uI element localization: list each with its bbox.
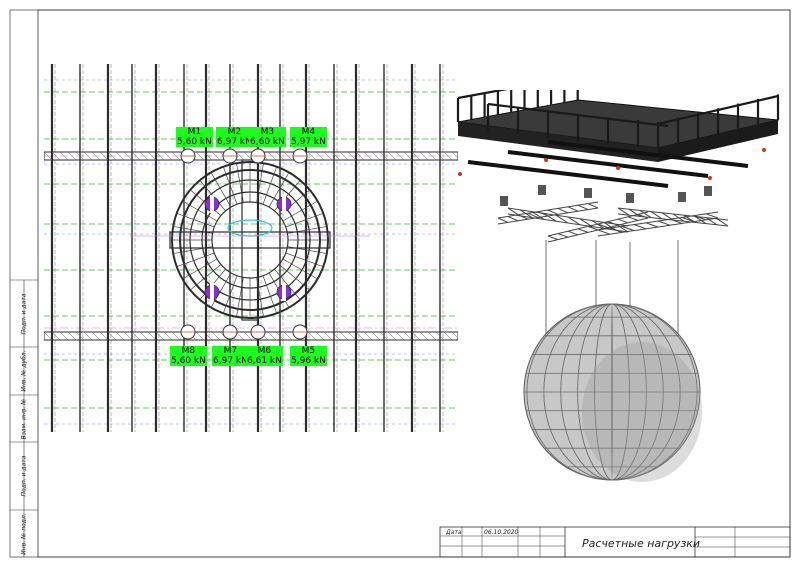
hoist-truss-assembly <box>497 185 729 243</box>
stamp-field: Подп. и дата <box>20 293 28 334</box>
mirror-ball <box>523 303 702 482</box>
load-value: 6,61 kN <box>247 356 282 366</box>
load-value: 5,96 kN <box>291 356 326 366</box>
load-name: M8 <box>181 346 196 356</box>
load-tag-m6: M6 6,61 kN <box>246 346 283 366</box>
load-name: M4 <box>301 127 316 137</box>
load-tag-m7: M7 6,97 kN <box>212 346 249 366</box>
load-tag-m4: M4 5,97 kN <box>290 127 327 147</box>
platform-deck <box>456 90 780 188</box>
load-tag-m8: M8 5,60 kN <box>170 346 207 366</box>
stamp-field: Инв. № дубл. <box>20 350 28 392</box>
plan-view <box>44 64 458 432</box>
stamp-field: Подп. и дата <box>20 455 28 497</box>
load-value: 5,60 kN <box>177 137 212 147</box>
load-tag-m3: M3 6,60 kN <box>249 127 286 147</box>
load-tag-m2: M2 6,97 kN <box>216 127 253 147</box>
load-value: 5,97 kN <box>291 137 326 147</box>
date-value: 06.10.2020 <box>484 529 519 536</box>
load-name: M3 <box>260 127 275 137</box>
isometric-view <box>456 90 780 482</box>
load-value: 6,60 kN <box>250 137 285 147</box>
sheet-title: Расчетные нагрузки <box>582 537 701 550</box>
stamp-field: Инв. № подл. <box>20 512 28 555</box>
load-name: M1 <box>187 127 202 137</box>
date-label: Дата <box>446 529 462 536</box>
load-name: M6 <box>257 346 272 356</box>
load-tag-m5: M5 5,96 kN <box>290 346 327 366</box>
load-name: M7 <box>223 346 238 356</box>
load-value: 6,97 kN <box>217 137 252 147</box>
load-name: M5 <box>301 346 316 356</box>
stamp-field: Взам. инв. № <box>20 398 28 439</box>
load-value: 6,97 kN <box>213 356 248 366</box>
load-value: 5,60 kN <box>171 356 206 366</box>
load-name: M2 <box>227 127 242 137</box>
load-tag-m1: M1 5,60 kN <box>176 127 213 147</box>
